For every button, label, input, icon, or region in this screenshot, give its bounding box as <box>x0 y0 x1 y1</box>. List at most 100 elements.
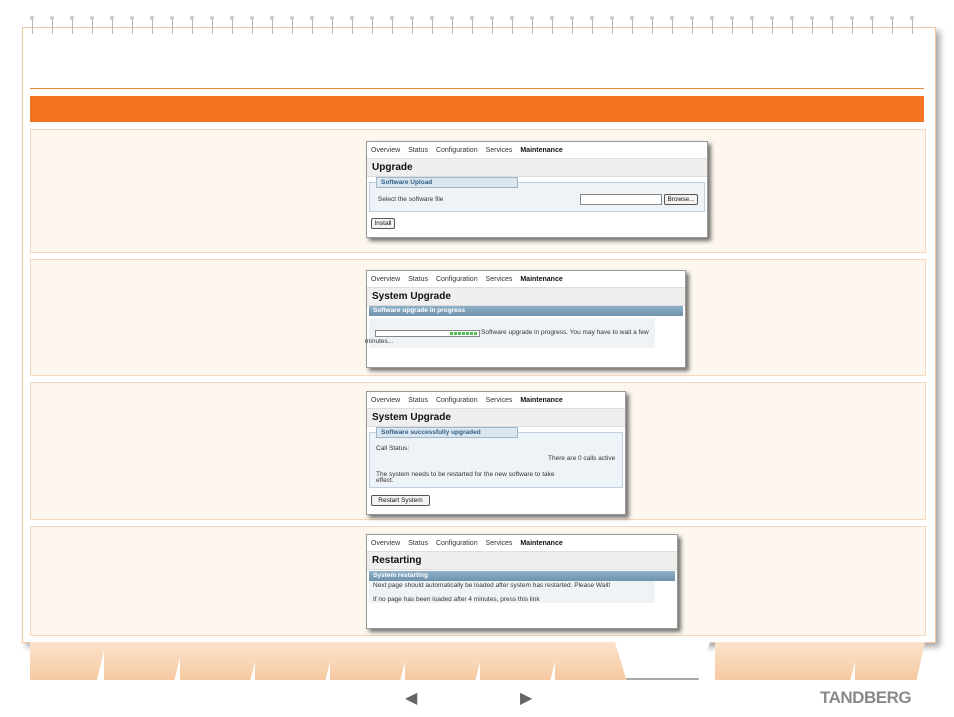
nav-status[interactable]: Status <box>408 147 428 154</box>
panel-upgrade-success: Overview Status Configuration Services M… <box>30 382 926 520</box>
binder-ring <box>90 16 94 34</box>
title-band: Restarting <box>367 551 677 570</box>
success-screenshot: Overview Status Configuration Services M… <box>366 391 626 515</box>
section-tab[interactable] <box>330 642 410 680</box>
binder-ring <box>390 16 394 34</box>
binder-ring <box>270 16 274 34</box>
binder-ring <box>470 16 474 34</box>
header-rule <box>30 88 924 89</box>
progress-fill <box>450 332 478 335</box>
success-group: Software successfully upgraded Call Stat… <box>369 427 623 488</box>
nav-configuration[interactable]: Configuration <box>436 276 478 283</box>
binder-ring <box>810 16 814 34</box>
nav-bar: Overview Status Configuration Services M… <box>371 540 569 547</box>
binder-ring <box>770 16 774 34</box>
binder-ring <box>350 16 354 34</box>
restart-message: Next page should automatically be loaded… <box>373 582 611 589</box>
binder-rings <box>30 16 920 34</box>
binder-ring <box>530 16 534 34</box>
title-band: System Upgrade <box>367 287 685 306</box>
upgrade-progress-bar <box>375 330 480 337</box>
binder-ring <box>430 16 434 34</box>
nav-overview[interactable]: Overview <box>371 276 400 283</box>
page-title: System Upgrade <box>372 412 451 423</box>
status-bar: Software upgrade in progress <box>369 306 683 316</box>
binder-ring <box>190 16 194 34</box>
binder-ring <box>570 16 574 34</box>
progress-group: Software upgrade in progress. You may ha… <box>365 318 655 348</box>
nav-maintenance[interactable]: Maintenance <box>520 540 562 547</box>
binder-ring <box>170 16 174 34</box>
panel-upgrade-progress: Overview Status Configuration Services M… <box>30 259 926 376</box>
nav-overview[interactable]: Overview <box>371 397 400 404</box>
binder-ring <box>690 16 694 34</box>
nav-overview[interactable]: Overview <box>371 147 400 154</box>
file-path-input[interactable] <box>580 194 662 205</box>
binder-ring <box>890 16 894 34</box>
binder-ring <box>110 16 114 34</box>
nav-overview[interactable]: Overview <box>371 540 400 547</box>
section-tab[interactable] <box>780 642 860 680</box>
binder-ring <box>250 16 254 34</box>
nav-status[interactable]: Status <box>408 276 428 283</box>
nav-services[interactable]: Services <box>486 276 513 283</box>
binder-ring <box>450 16 454 34</box>
status-bar: System restarting <box>369 571 675 581</box>
binder-ring <box>50 16 54 34</box>
nav-maintenance[interactable]: Maintenance <box>520 397 562 404</box>
section-tab[interactable] <box>405 642 485 680</box>
page-title: Restarting <box>372 555 422 566</box>
section-tab[interactable] <box>180 642 260 680</box>
nav-configuration[interactable]: Configuration <box>436 147 478 154</box>
restart-notice: The system needs to be restarted for the… <box>376 471 555 478</box>
binder-ring <box>610 16 614 34</box>
section-tab[interactable] <box>104 642 184 680</box>
binder-ring <box>30 16 34 34</box>
binder-ring <box>310 16 314 34</box>
binder-ring <box>290 16 294 34</box>
nav-bar: Overview Status Configuration Services M… <box>371 147 569 154</box>
install-button[interactable]: Install <box>371 218 395 229</box>
section-tab-active[interactable] <box>615 642 710 680</box>
section-tab[interactable] <box>480 642 560 680</box>
browse-button[interactable]: Browse... <box>664 194 698 205</box>
nav-maintenance[interactable]: Maintenance <box>520 147 562 154</box>
binder-ring <box>670 16 674 34</box>
nav-services[interactable]: Services <box>486 147 513 154</box>
progress-message: Software upgrade in progress. You may ha… <box>481 329 649 336</box>
section-tab[interactable] <box>30 642 106 680</box>
next-page-arrow-icon[interactable]: ▶ <box>520 688 532 708</box>
binder-ring <box>550 16 554 34</box>
nav-services[interactable]: Services <box>486 540 513 547</box>
nav-configuration[interactable]: Configuration <box>436 397 478 404</box>
restart-link-text[interactable]: If no page has been loaded after 4 minut… <box>373 596 540 603</box>
group-legend: Software Upload <box>376 177 518 188</box>
binder-ring <box>710 16 714 34</box>
nav-configuration[interactable]: Configuration <box>436 540 478 547</box>
section-tabs <box>30 642 926 682</box>
nav-bar: Overview Status Configuration Services M… <box>371 276 569 283</box>
restart-group: Next page should automatically be loaded… <box>369 581 655 603</box>
nav-status[interactable]: Status <box>408 540 428 547</box>
binder-ring <box>330 16 334 34</box>
nav-bar: Overview Status Configuration Services M… <box>371 397 569 404</box>
call-status-value: There are 0 calls active <box>548 455 616 462</box>
nav-services[interactable]: Services <box>486 397 513 404</box>
call-status-label: Call Status: <box>376 445 410 452</box>
binder-ring <box>790 16 794 34</box>
binder-ring <box>910 16 914 34</box>
nav-status[interactable]: Status <box>408 397 428 404</box>
nav-maintenance[interactable]: Maintenance <box>520 276 562 283</box>
section-tab[interactable] <box>855 642 925 680</box>
binder-ring <box>490 16 494 34</box>
upgrade-screenshot: Overview Status Configuration Services M… <box>366 141 708 238</box>
brand-logo: TANDBERG <box>820 688 912 707</box>
select-file-label: Select the software file <box>378 196 444 203</box>
previous-page-arrow-icon[interactable]: ◀ <box>405 688 417 708</box>
binder-ring <box>590 16 594 34</box>
section-tab[interactable] <box>255 642 335 680</box>
progress-message-cont: minutes... <box>365 338 394 345</box>
section-banner <box>30 96 924 122</box>
panel-restarting: Overview Status Configuration Services M… <box>30 526 926 636</box>
restart-system-button[interactable]: Restart System <box>371 495 430 506</box>
